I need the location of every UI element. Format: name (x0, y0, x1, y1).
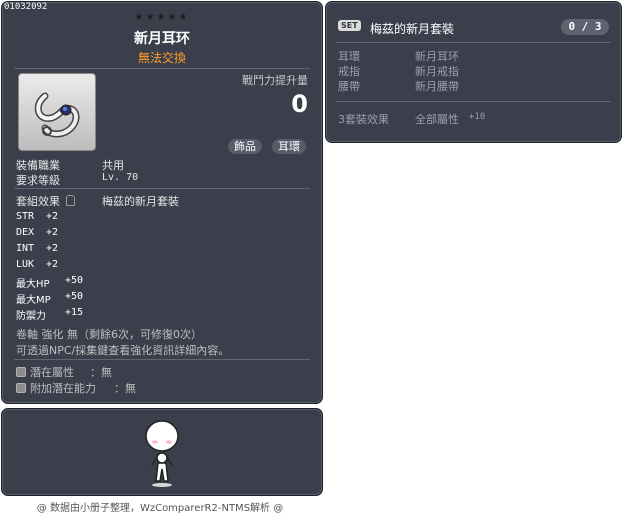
stat-name: STR (16, 211, 35, 222)
potential-icon (16, 367, 26, 377)
bonus-potential-icon (16, 383, 26, 393)
set-effect-value: 梅茲的新月套裝 (102, 195, 179, 208)
stat-value: +2 (46, 227, 59, 238)
set-piece-name: 新月腰帶 (415, 80, 459, 93)
set-piece-name: 新月戒指 (415, 65, 459, 78)
set-bonus-label: 3套裝效果 (338, 113, 389, 126)
scroll-info: 卷軸 強化 無（剩餘6次，可修復0次） (16, 328, 202, 341)
level-label: 要求等級 (16, 174, 60, 187)
set-info-panel: SET 梅茲的新月套裝 0 / 3 耳環 新月耳环 戒指 新月戒指 腰帶 新月腰帶 3… (325, 1, 622, 143)
set-bonus-attr: 全部屬性 (415, 113, 459, 126)
potential-row: 潛在屬性 ：無 (16, 364, 112, 380)
stat-name: 最大MP (16, 295, 51, 306)
category-tag-earring: 耳環 (272, 139, 306, 154)
potential-value: ：無 (90, 366, 112, 379)
stat-value: +2 (46, 243, 59, 254)
stat-row: 最大MP +50 (16, 291, 83, 306)
stat-name: DEX (16, 227, 35, 238)
bonus-potential-row: 附加潛在能力 ：無 (16, 380, 136, 396)
set-bonus-value: +10 (469, 112, 486, 122)
stat-row: 最大HP +50 (16, 275, 83, 290)
category-tag-accessory: 飾品 (228, 139, 262, 154)
stat-value: +50 (65, 275, 84, 286)
stat-value: +50 (65, 291, 84, 302)
stat-row: INT +2 (16, 243, 58, 254)
combat-power-label: 戰鬥力提升量 (242, 74, 308, 87)
stat-row: 防禦力 +15 (16, 307, 83, 322)
stat-value: +2 (46, 211, 59, 222)
set-piece-slot: 戒指 (338, 65, 360, 78)
set-piece-name: 新月耳环 (415, 50, 459, 63)
set-effect-label: 套組效果 (16, 195, 60, 208)
set-title: 梅茲的新月套裝 (370, 22, 455, 36)
item-name: 新月耳环 (134, 31, 190, 47)
divider (336, 101, 611, 102)
stat-value: +15 (65, 307, 84, 318)
trade-restriction: 無法交換 (137, 51, 186, 65)
set-piece-row: 耳環 新月耳环 (338, 48, 459, 64)
set-piece-row: 腰帶 新月腰帶 (338, 78, 459, 94)
set-count: 0 / 3 (561, 19, 609, 35)
avatar-preview-panel (1, 408, 323, 496)
job-row: 裝備職業 共用 (16, 157, 124, 173)
item-icon-frame (18, 73, 96, 151)
set-piece-slot: 耳環 (338, 50, 360, 63)
stat-name: 最大HP (16, 279, 50, 290)
stat-value: +2 (46, 259, 59, 270)
set-effect-row: 套組效果 梅茲的新月套裝 (16, 193, 179, 209)
stat-row: DEX +2 (16, 227, 58, 238)
set-piece-slot: 腰帶 (338, 80, 360, 93)
stat-name: INT (16, 243, 35, 254)
divider (14, 359, 310, 360)
set-piece-row: 戒指 新月戒指 (338, 63, 459, 79)
divider (336, 42, 611, 43)
lock-icon (65, 195, 75, 206)
combat-power-value: 0 (291, 90, 308, 118)
enhance-hint: 可透過NPC/採集鍵查看強化資訊詳細內容。 (16, 344, 230, 357)
level-value: Lv. 70 (102, 172, 139, 183)
item-id: 01032092 (4, 2, 48, 12)
divider (14, 68, 310, 69)
footer-credit: @ 数据由小册子整理，WzComparerR2-NTMS解析 @ (36, 503, 284, 514)
job-value: 共用 (102, 159, 124, 172)
character-avatar (145, 420, 179, 487)
set-badge: SET (338, 20, 361, 31)
stat-row: LUK +2 (16, 259, 58, 270)
star-force-stars: ★★★★★ (134, 12, 190, 23)
item-tooltip: 01032092 ★★★★★ 新月耳环 無法交換 戰鬥力提升量 0 飾品 耳環 … (1, 1, 323, 404)
bonus-potential-value: ：無 (114, 382, 136, 395)
set-bonus-row: 3套裝效果 全部屬性 +10 (338, 111, 485, 127)
job-label: 裝備職業 (16, 159, 60, 172)
divider (14, 188, 310, 189)
earring-icon (34, 92, 80, 138)
potential-label: 潛在屬性 (30, 366, 74, 379)
stat-name: LUK (16, 259, 35, 270)
level-row: 要求等級 Lv. 70 (16, 172, 138, 188)
stat-row: STR +2 (16, 211, 58, 222)
bonus-potential-label: 附加潛在能力 (30, 382, 96, 395)
stat-name: 防禦力 (16, 311, 46, 322)
